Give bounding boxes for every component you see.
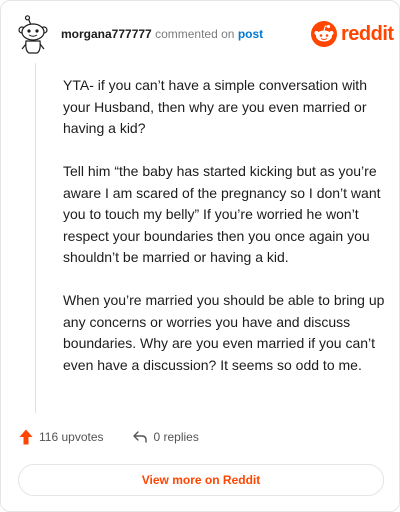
post-link[interactable]: post xyxy=(238,27,263,41)
comment-paragraph: Tell him “the baby has started kicking b… xyxy=(63,163,381,265)
comment-body: YTA- if you can’t have a simple conversa… xyxy=(63,75,389,398)
reply-arrow-icon xyxy=(132,431,147,443)
commented-on-text: commented on xyxy=(155,27,235,41)
view-more-on-reddit-button[interactable]: View more on Reddit xyxy=(18,464,384,496)
username-link[interactable]: morgana777777 xyxy=(61,27,152,41)
comment-paragraph: YTA- if you can’t have a simple conversa… xyxy=(63,77,367,136)
reply-count: 0 replies xyxy=(153,430,199,444)
comment-card: morgana777777 commented on post reddit Y… xyxy=(0,0,400,512)
replies-button[interactable]: 0 replies xyxy=(132,430,199,444)
comment-paragraph: When you’re married you should be able t… xyxy=(63,292,385,373)
reddit-snoo-icon xyxy=(311,21,337,47)
reddit-logo[interactable]: reddit xyxy=(311,21,394,47)
upvote-count: 116 upvotes xyxy=(39,430,104,444)
comment-actions: 116 upvotes 0 replies xyxy=(19,429,227,445)
upvote-arrow-icon xyxy=(19,429,33,445)
reddit-wordmark: reddit xyxy=(341,22,394,45)
thread-line[interactable] xyxy=(35,63,36,413)
upvote-button[interactable]: 116 upvotes xyxy=(19,429,104,445)
user-avatar-icon[interactable] xyxy=(17,15,53,55)
comment-meta: morgana777777 commented on post xyxy=(61,27,263,41)
